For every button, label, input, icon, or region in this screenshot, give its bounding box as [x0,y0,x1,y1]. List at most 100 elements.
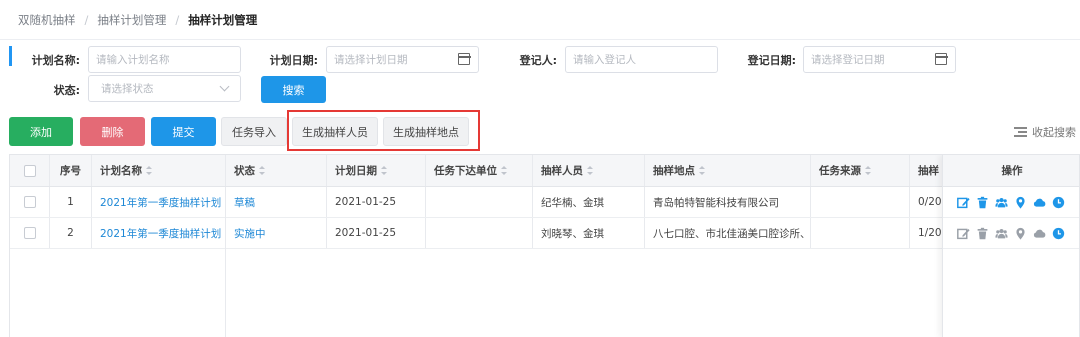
cell-status[interactable]: 实施中 [226,218,327,248]
plan-date-picker[interactable]: 请选择计划日期 [326,46,479,73]
select-all-checkbox[interactable] [23,164,36,177]
calendar-icon[interactable] [934,53,948,65]
header-personnel-label: 抽样人员 [541,165,583,177]
cell-source [811,187,910,217]
cell-index: 1 [50,187,92,217]
cell-personnel: 刘晓琴、金琪 [533,218,645,248]
status-placeholder: 请选择状态 [101,83,154,95]
location-pin-icon[interactable] [1014,227,1027,240]
delete-button[interactable]: 删除 [80,117,145,146]
status-select[interactable]: 请选择状态 [88,75,241,102]
cloud-icon[interactable] [1033,227,1046,240]
breadcrumb-item-root[interactable]: 双随机抽样 [18,12,76,28]
cell-issuing-unit [426,218,533,248]
cloud-icon[interactable] [1033,196,1046,209]
reg-date-picker[interactable]: 请选择登记日期 [803,46,956,73]
clock-icon[interactable] [1052,196,1065,209]
search-form: 计划名称: 请输入计划名称 计划日期: 请选择计划日期 登记人: 请输入登记人 … [0,40,1080,110]
breadcrumb-current: 抽样计划管理 [188,12,258,27]
row-select-cell [10,218,50,248]
plan-name-input[interactable]: 请输入计划名称 [88,46,241,73]
header-source-label: 任务来源 [819,165,861,177]
plan-date-label: 计划日期: [269,54,318,67]
header-issuing-unit-label: 任务下达单位 [434,165,497,177]
breadcrumb-separator: / [84,12,89,27]
toolbar: 添加 删除 提交 任务导入 生成抽样人员 生成抽样地点 收起搜索 [0,110,1080,152]
location-pin-icon[interactable] [1014,196,1027,209]
cell-plan-name[interactable]: 2021年第一季度抽样计划 [92,218,226,248]
trash-icon[interactable] [976,196,989,209]
plan-table: 序号 计划名称 状态 计划日期 任务下达单位 抽样人员 抽样地点 任务来源 抽样… [9,154,1080,337]
sort-icon[interactable] [381,166,387,175]
header-source[interactable]: 任务来源 [811,155,910,186]
reg-date-label: 登记日期: [747,54,796,67]
cell-plan-date: 2021-01-25 [327,187,426,217]
header-plan-name-label: 计划名称 [100,165,142,177]
sort-icon[interactable] [501,166,507,175]
row-checkbox[interactable] [23,196,36,208]
edit-icon[interactable] [957,227,970,240]
cell-plan-date: 2021-01-25 [327,218,426,248]
cell-plan-name[interactable]: 2021年第一季度抽样计划 [92,187,226,217]
cell-location: 青岛帕特智能科技有限公司 [645,187,811,217]
header-status[interactable]: 状态 [226,155,327,186]
search-button[interactable]: 搜索 [261,76,326,103]
header-status-label: 状态 [234,165,255,177]
chevron-down-icon [219,81,230,92]
row-actions [943,218,1079,249]
edit-icon[interactable] [957,196,970,209]
select-all-cell [10,155,50,186]
collapse-list-icon [1014,127,1027,137]
sort-icon[interactable] [587,166,593,175]
registrant-label: 登记人: [519,54,557,67]
cell-status[interactable]: 草稿 [226,187,327,217]
table-header-row: 序号 计划名称 状态 计划日期 任务下达单位 抽样人员 抽样地点 任务来源 抽样 [10,155,1079,187]
highlight-box [287,110,480,151]
users-icon[interactable] [995,227,1008,240]
registrant-input[interactable]: 请输入登记人 [565,46,718,73]
table-row[interactable]: 2 2021年第一季度抽样计划 实施中 2021-01-25 刘晓琴、金琪 八七… [10,218,1079,249]
row-checkbox[interactable] [23,227,36,239]
clock-icon[interactable] [1052,227,1065,240]
cell-location: 八七口腔、市北佳涵美口腔诊所、市 [645,218,811,248]
calendar-icon[interactable] [457,53,471,65]
breadcrumb: 双随机抽样 / 抽样计划管理 / 抽样计划管理 [0,0,1080,40]
header-plan-date[interactable]: 计划日期 [327,155,426,186]
header-location[interactable]: 抽样地点 [645,155,811,186]
sort-icon[interactable] [699,166,705,175]
users-icon[interactable] [995,196,1008,209]
header-plan-name[interactable]: 计划名称 [92,155,226,186]
header-location-label: 抽样地点 [653,165,695,177]
cell-index: 2 [50,218,92,248]
status-label: 状态: [53,84,80,97]
plan-name-placeholder: 请输入计划名称 [96,54,170,66]
collapse-search-toggle[interactable]: 收起搜索 [1014,124,1076,140]
table-row[interactable]: 1 2021年第一季度抽样计划 草稿 2021-01-25 纪华楠、金琪 青岛帕… [10,187,1079,218]
header-plan-date-label: 计划日期 [335,165,377,177]
cell-issuing-unit [426,187,533,217]
sort-icon[interactable] [259,166,265,175]
cell-source [811,218,910,248]
header-issuing-unit[interactable]: 任务下达单位 [426,155,533,186]
breadcrumb-separator: / [175,12,180,27]
column-divider [225,187,226,337]
breadcrumb-item-plan[interactable]: 抽样计划管理 [97,12,166,28]
trash-icon[interactable] [976,227,989,240]
cell-personnel: 纪华楠、金琪 [533,187,645,217]
header-index: 序号 [50,155,92,186]
plan-date-placeholder: 请选择计划日期 [334,54,408,66]
collapse-search-label: 收起搜索 [1032,126,1076,139]
sort-icon[interactable] [865,166,871,175]
submit-button[interactable]: 提交 [151,117,216,146]
section-marker [9,46,12,66]
task-import-button[interactable]: 任务导入 [221,117,287,146]
sort-icon[interactable] [146,166,152,175]
row-select-cell [10,187,50,217]
operations-column: 操作 [942,155,1079,337]
row-actions [943,187,1079,218]
header-personnel[interactable]: 抽样人员 [533,155,645,186]
plan-name-label: 计划名称: [31,54,80,67]
reg-date-placeholder: 请选择登记日期 [811,54,885,66]
header-operations: 操作 [943,155,1079,187]
add-button[interactable]: 添加 [9,117,73,146]
